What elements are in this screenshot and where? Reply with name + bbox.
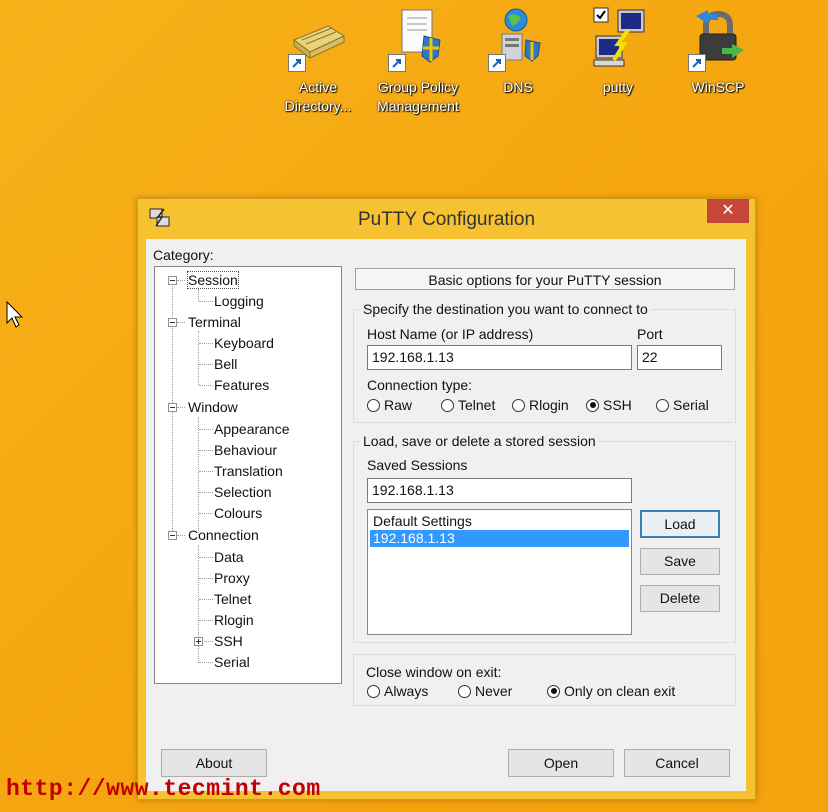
exit-clean-radio[interactable]: Only on clean exit (547, 683, 675, 699)
tree-item-rlogin[interactable]: Rlogin (214, 611, 254, 629)
collapse-connection-icon[interactable] (168, 531, 177, 540)
category-label: Category: (153, 247, 214, 263)
shortcut-arrow-icon (388, 54, 406, 72)
tree-item-selection[interactable]: Selection (214, 483, 272, 501)
conn-type-ssh-radio[interactable]: SSH (586, 397, 632, 413)
tree-item-colours[interactable]: Colours (214, 504, 262, 522)
title-bar[interactable]: PuTTY Configuration ✕ (138, 199, 755, 239)
exit-always-radio[interactable]: Always (367, 683, 428, 699)
category-tree[interactable]: Session Logging Terminal Keyboard Bell F… (154, 266, 342, 684)
tree-item-behaviour[interactable]: Behaviour (214, 441, 277, 459)
desktop-icon-group-policy[interactable]: Group Policy Management (372, 6, 464, 116)
tree-item-serial[interactable]: Serial (214, 653, 250, 671)
window-title: PuTTY Configuration (357, 209, 536, 230)
connection-type-label: Connection type: (367, 377, 473, 393)
tree-item-terminal[interactable]: Terminal (188, 313, 241, 331)
port-input[interactable]: 22 (637, 345, 722, 370)
tree-item-connection[interactable]: Connection (188, 526, 259, 544)
delete-button[interactable]: Delete (640, 585, 720, 612)
conn-type-serial-radio[interactable]: Serial (656, 397, 709, 413)
tree-item-appearance[interactable]: Appearance (214, 420, 290, 438)
collapse-terminal-icon[interactable] (168, 318, 177, 327)
load-button[interactable]: Load (640, 510, 720, 538)
conn-type-raw-radio[interactable]: Raw (367, 397, 412, 413)
host-name-input[interactable]: 192.168.1.13 (367, 345, 632, 370)
collapse-window-icon[interactable] (168, 403, 177, 412)
desktop-icon-putty[interactable]: putty (572, 6, 664, 97)
desktop-icon-label: Group Policy Management (377, 79, 459, 114)
conn-type-telnet-radio[interactable]: Telnet (441, 397, 495, 413)
expand-ssh-icon[interactable] (194, 637, 203, 646)
exit-never-radio[interactable]: Never (458, 683, 512, 699)
desktop-icon-label: WinSCP (691, 79, 745, 95)
tree-item-ssh[interactable]: SSH (214, 632, 243, 650)
close-window-label: Close window on exit: (366, 664, 502, 680)
desktop-icon-winscp[interactable]: WinSCP (672, 6, 764, 97)
close-button[interactable]: ✕ (707, 199, 749, 223)
saved-sessions-label: Saved Sessions (367, 457, 468, 473)
tree-item-keyboard[interactable]: Keyboard (214, 334, 274, 352)
dialog-client-area: Category: Session Logging Terminal Keybo… (146, 239, 746, 791)
session-item-192-168-1-13[interactable]: 192.168.1.13 (370, 530, 629, 547)
tree-item-telnet[interactable]: Telnet (214, 590, 251, 608)
tree-item-logging[interactable]: Logging (214, 292, 264, 310)
tree-item-data[interactable]: Data (214, 548, 244, 566)
desktop-icon-label: DNS (503, 79, 533, 95)
tree-item-features[interactable]: Features (214, 376, 269, 394)
open-button[interactable]: Open (508, 749, 614, 777)
cancel-button[interactable]: Cancel (624, 749, 730, 777)
putty-configuration-window: PuTTY Configuration ✕ Category: Session … (137, 198, 756, 800)
sessions-group-title: Load, save or delete a stored session (360, 433, 599, 449)
mouse-cursor-icon (6, 301, 24, 328)
panel-header: Basic options for your PuTTY session (355, 268, 735, 290)
tree-item-proxy[interactable]: Proxy (214, 569, 250, 587)
destination-group-title: Specify the destination you want to conn… (360, 301, 651, 317)
collapse-session-icon[interactable] (168, 276, 177, 285)
tree-item-bell[interactable]: Bell (214, 355, 237, 373)
sessions-listbox[interactable]: Default Settings 192.168.1.13 (367, 509, 632, 635)
host-name-label: Host Name (or IP address) (367, 326, 534, 342)
tree-item-translation[interactable]: Translation (214, 462, 283, 480)
watermark-text: http://www.tecmint.com (6, 776, 321, 802)
port-label: Port (637, 326, 663, 342)
desktop-icon-label: Active Directory... (284, 79, 352, 114)
session-item-default[interactable]: Default Settings (370, 513, 629, 530)
saved-sessions-input[interactable]: 192.168.1.13 (367, 478, 632, 503)
desktop-icon-label: putty (602, 79, 634, 95)
putty-icon (593, 7, 645, 67)
tree-item-window[interactable]: Window (188, 398, 238, 416)
conn-type-rlogin-radio[interactable]: Rlogin (512, 397, 569, 413)
tree-item-session[interactable]: Session (187, 271, 239, 289)
about-button[interactable]: About (161, 749, 267, 777)
save-button[interactable]: Save (640, 548, 720, 575)
desktop-icon-dns[interactable]: DNS (472, 6, 564, 97)
shortcut-arrow-icon (688, 54, 706, 72)
shortcut-arrow-icon (288, 54, 306, 72)
desktop-icon-active-directory[interactable]: Active Directory... (272, 6, 364, 116)
shortcut-arrow-icon (488, 54, 506, 72)
